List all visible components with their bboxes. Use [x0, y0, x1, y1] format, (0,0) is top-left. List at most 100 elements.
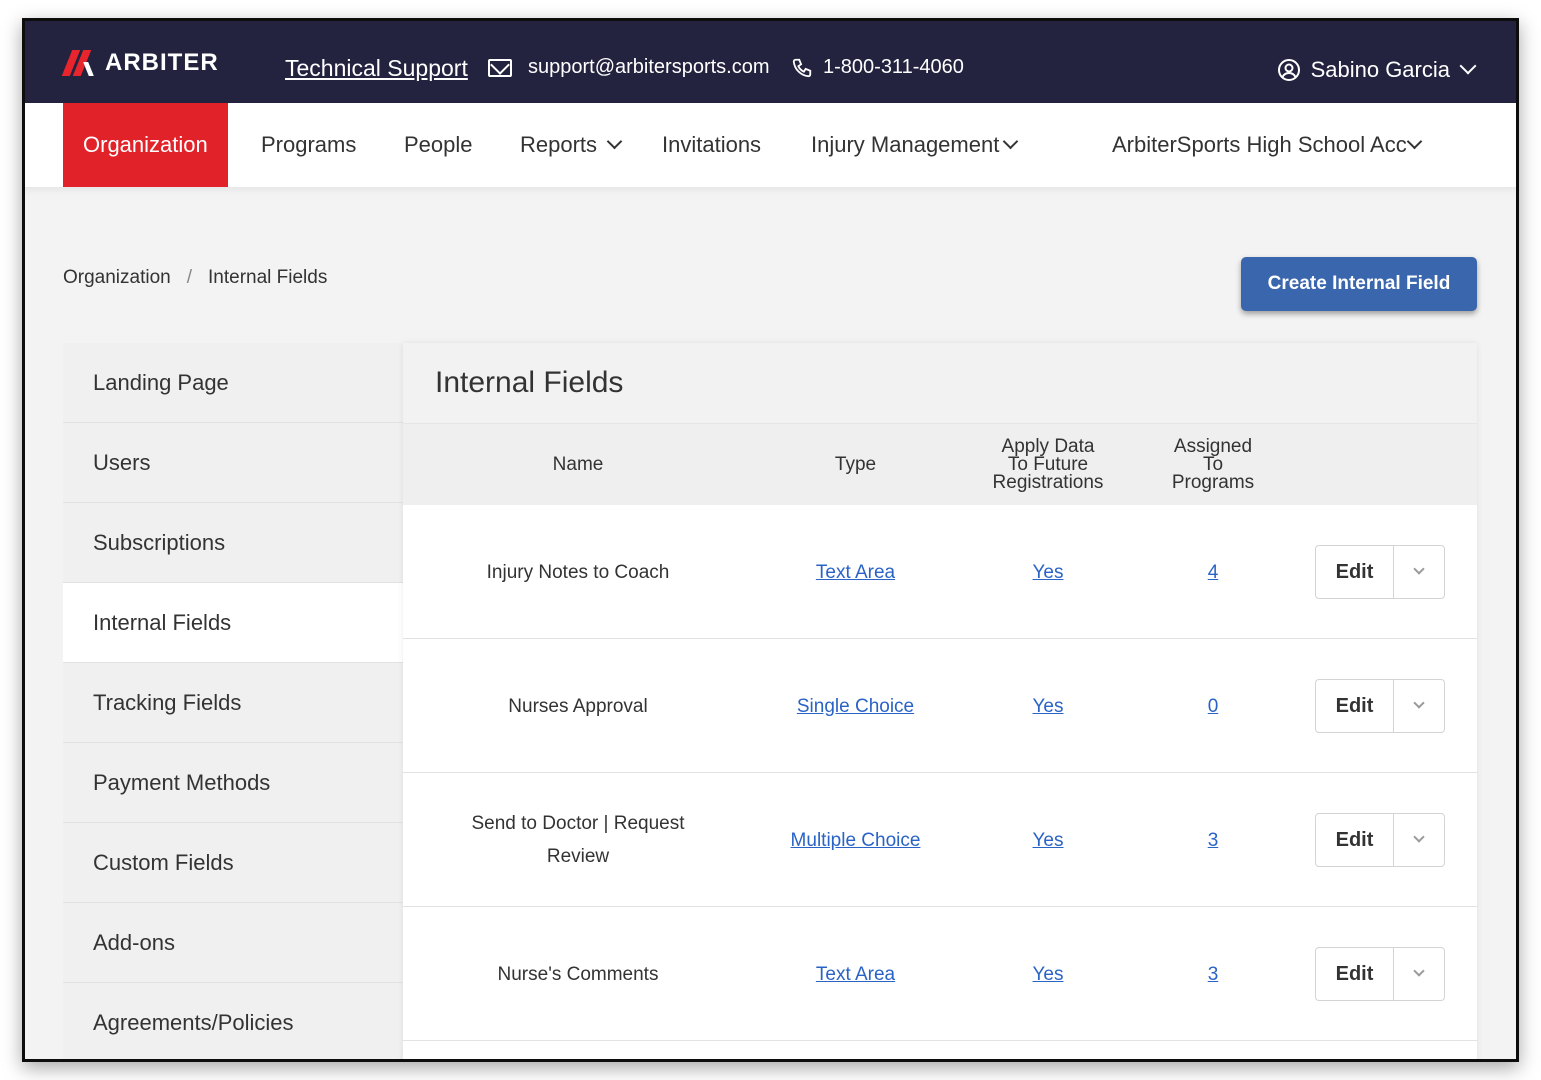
- sidebar-item-label: Landing Page: [93, 369, 229, 395]
- support-email[interactable]: support@arbitersports.com: [488, 56, 770, 79]
- envelope-icon: [488, 58, 512, 77]
- field-name-text: Injury Notes to Coach: [486, 561, 670, 583]
- support-phone-text: 1-800-311-4060: [823, 56, 964, 78]
- table-row: Nurses Approval Single Choice Yes 0 Edit: [403, 639, 1477, 773]
- sidebar-item-agreements-policies[interactable]: Agreements/Policies: [63, 983, 403, 1059]
- field-assigned-programs: 3: [1138, 773, 1288, 907]
- nav-item-label: Reports: [520, 132, 598, 157]
- field-apply-data: Yes: [958, 907, 1138, 1041]
- organization-switcher-label: ArbiterSports High School Acc: [1112, 132, 1407, 157]
- row-actions-dropdown[interactable]: [1394, 546, 1444, 598]
- edit-button[interactable]: Edit: [1316, 546, 1394, 598]
- row-actions: Edit: [1314, 773, 1446, 907]
- sidebar-item-custom-fields[interactable]: Custom Fields: [63, 823, 403, 903]
- table-row: Injury Notes to Coach Text Area Yes 4 Ed…: [403, 505, 1477, 639]
- column-header-type: Type: [834, 454, 877, 475]
- field-type: Single Choice: [753, 639, 958, 773]
- field-type-link[interactable]: Text Area: [816, 556, 895, 589]
- sidebar-item-add-ons[interactable]: Add-ons: [63, 903, 403, 983]
- edit-button[interactable]: Edit: [1316, 814, 1394, 866]
- field-apply-data: Yes: [958, 505, 1138, 639]
- chevron-down-icon: [1406, 133, 1422, 149]
- edit-button[interactable]: Edit: [1316, 948, 1394, 1000]
- sidebar-item-label: Users: [93, 449, 151, 475]
- sidebar-item-label: Agreements/Policies: [93, 1009, 294, 1035]
- table-row: Nurse's Comments Text Area Yes 3 Edit: [403, 907, 1477, 1041]
- nav-item-injury-management[interactable]: Injury Management: [811, 103, 1019, 187]
- apply-data-link[interactable]: Yes: [1033, 690, 1064, 723]
- assigned-programs-link[interactable]: 3: [1208, 958, 1219, 991]
- sidebar-item-label: Payment Methods: [93, 769, 271, 795]
- field-type-link[interactable]: Text Area: [816, 958, 895, 991]
- field-type: Text Area: [753, 505, 958, 639]
- row-actions: Edit: [1314, 907, 1446, 1041]
- edit-button-group: Edit: [1315, 813, 1445, 867]
- technical-support-link[interactable]: Technical Support: [285, 55, 468, 82]
- assigned-programs-link[interactable]: 3: [1208, 824, 1219, 857]
- edit-button-group: Edit: [1315, 679, 1445, 733]
- nav-item-invitations[interactable]: Invitations: [662, 103, 761, 187]
- field-assigned-programs: 0: [1138, 639, 1288, 773]
- settings-sidebar: Landing Page Users Subscriptions Interna…: [63, 343, 403, 1059]
- field-name-text: Review: [546, 846, 610, 867]
- support-phone[interactable]: 1-800-311-4060: [791, 56, 964, 79]
- field-assigned-programs: 3: [1138, 907, 1288, 1041]
- sidebar-item-payment-methods[interactable]: Payment Methods: [63, 743, 403, 823]
- arbiter-logo[interactable]: ARBITER: [61, 49, 219, 77]
- row-actions-dropdown[interactable]: [1394, 948, 1444, 1000]
- breadcrumb-root[interactable]: Organization: [63, 267, 171, 289]
- field-name-text: Nurses Approval: [508, 695, 648, 717]
- field-type-link[interactable]: Multiple Choice: [791, 824, 921, 857]
- user-name: Sabino Garcia: [1310, 57, 1450, 82]
- apply-data-link[interactable]: Yes: [1033, 556, 1064, 589]
- sidebar-item-internal-fields[interactable]: Internal Fields: [63, 583, 403, 663]
- sidebar-item-users[interactable]: Users: [63, 423, 403, 503]
- chevron-down-icon: [1413, 563, 1425, 575]
- row-actions-dropdown[interactable]: [1394, 680, 1444, 732]
- field-name: Injury Notes to Coach: [403, 505, 753, 639]
- table-header: Name Type Apply Data To Future Registrat…: [403, 423, 1477, 505]
- assigned-programs-link[interactable]: 4: [1208, 556, 1219, 589]
- nav-item-people[interactable]: People: [404, 103, 473, 187]
- breadcrumb-current: Internal Fields: [208, 267, 328, 288]
- user-menu[interactable]: Sabino Garcia: [1277, 57, 1477, 83]
- column-header-apply-data: Apply Data To Future Registrations: [958, 424, 1138, 506]
- main-nav: Organization Programs People Reports Inv…: [25, 103, 1516, 187]
- internal-fields-panel: Internal Fields Name Type Apply Data To …: [403, 343, 1477, 1059]
- panel-title: Internal Fields: [403, 343, 1477, 423]
- apply-data-link[interactable]: Yes: [1033, 824, 1064, 857]
- column-header-line: Programs: [1171, 472, 1255, 493]
- nav-item-programs[interactable]: Programs: [261, 103, 356, 187]
- nav-item-label: Organization: [83, 132, 208, 157]
- create-internal-field-button[interactable]: Create Internal Field: [1241, 257, 1477, 311]
- apply-data-link[interactable]: Yes: [1033, 958, 1064, 991]
- field-name-text: Nurse's Comments: [497, 963, 659, 985]
- phone-icon: [792, 58, 812, 77]
- assigned-programs-link[interactable]: 0: [1208, 690, 1219, 723]
- field-assigned-programs: 4: [1138, 505, 1288, 639]
- sidebar-item-label: Custom Fields: [93, 849, 234, 875]
- row-actions: Edit: [1314, 639, 1446, 773]
- user-circle-icon: [1277, 59, 1300, 81]
- nav-item-organization[interactable]: Organization: [63, 103, 228, 187]
- field-apply-data: Yes: [958, 639, 1138, 773]
- nav-item-reports[interactable]: Reports: [520, 103, 623, 187]
- organization-switcher[interactable]: ArbiterSports High School Acc: [1112, 103, 1422, 187]
- support-email-text: support@arbitersports.com: [528, 56, 770, 78]
- nav-item-label: People: [404, 132, 473, 157]
- sidebar-item-label: Subscriptions: [93, 529, 226, 555]
- sidebar-item-subscriptions[interactable]: Subscriptions: [63, 503, 403, 583]
- edit-button[interactable]: Edit: [1316, 680, 1394, 732]
- field-type-link[interactable]: Single Choice: [797, 690, 914, 723]
- app-window: ARBITER Technical Support support@arbite…: [22, 18, 1519, 1062]
- chevron-down-icon: [1413, 831, 1425, 843]
- arbiter-logo-mark-icon: [61, 50, 97, 76]
- sidebar-item-tracking-fields[interactable]: Tracking Fields: [63, 663, 403, 743]
- sidebar-item-label: Add-ons: [93, 929, 175, 955]
- sidebar-item-landing-page[interactable]: Landing Page: [63, 343, 403, 423]
- row-actions: Edit: [1314, 505, 1446, 639]
- row-actions-dropdown[interactable]: [1394, 814, 1444, 866]
- chevron-down-icon: [1459, 57, 1477, 75]
- chevron-down-icon: [606, 133, 623, 149]
- field-name: Nurse's Comments: [403, 907, 753, 1041]
